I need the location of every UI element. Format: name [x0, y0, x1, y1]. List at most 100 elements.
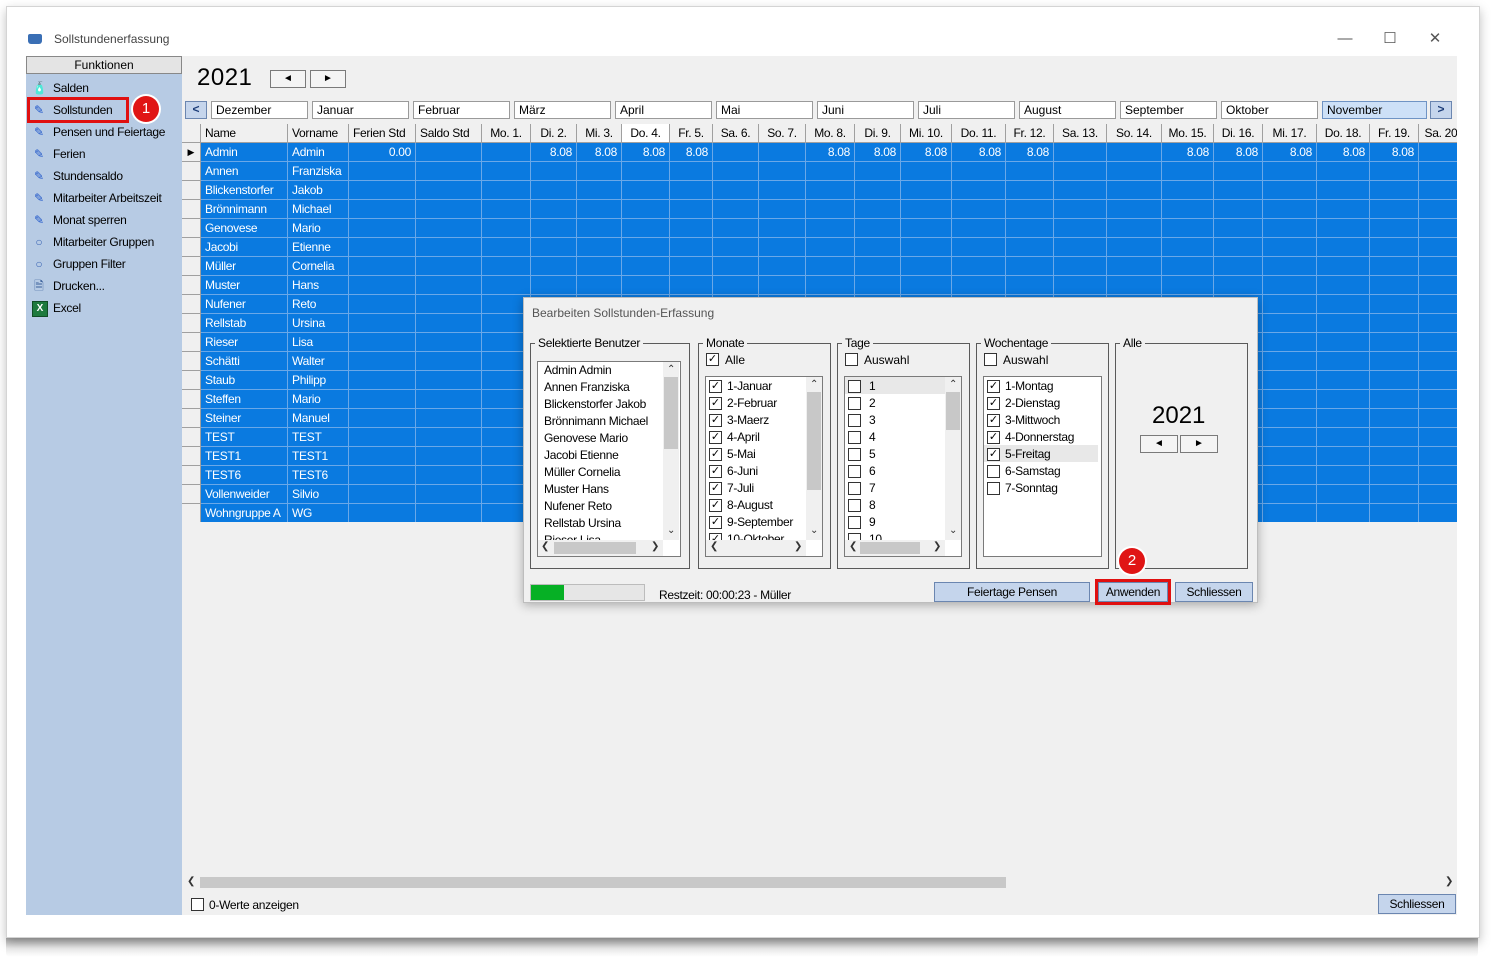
day-list-item[interactable]: 6	[869, 463, 876, 480]
table-row[interactable]: Brönnimann Michael	[201, 200, 1457, 219]
row-selector[interactable]	[182, 371, 201, 390]
cell-value[interactable]	[1419, 333, 1457, 352]
cell-value[interactable]	[416, 485, 482, 504]
cell-name[interactable]: TEST1	[201, 447, 288, 466]
cell-value[interactable]	[1317, 257, 1370, 276]
cell-value[interactable]	[1263, 390, 1317, 409]
day-checkbox[interactable]	[848, 499, 861, 512]
days-select-checkbox[interactable]	[845, 353, 858, 366]
cell-value[interactable]	[1162, 162, 1214, 181]
cell-value[interactable]	[416, 390, 482, 409]
cell-value[interactable]	[1054, 162, 1107, 181]
column-header[interactable]: Ferien Std	[349, 124, 416, 143]
cell-value[interactable]	[416, 333, 482, 352]
cell-value[interactable]	[1263, 428, 1317, 447]
cell-value[interactable]	[759, 238, 806, 257]
cell-value[interactable]	[1263, 333, 1317, 352]
sidebar-item-stundensaldo[interactable]: ✎ Stundensaldo	[30, 166, 180, 186]
row-selector[interactable]	[182, 485, 201, 504]
cell-vorname[interactable]: Michael	[288, 200, 349, 219]
cell-value[interactable]	[1419, 485, 1457, 504]
cell-value[interactable]	[1370, 447, 1419, 466]
cell-value[interactable]	[713, 181, 759, 200]
cell-value[interactable]	[349, 181, 416, 200]
cell-vorname[interactable]: Admin	[288, 143, 349, 162]
cell-value[interactable]	[1263, 257, 1317, 276]
month-tab-januar[interactable]: Januar	[312, 101, 409, 119]
cell-value[interactable]	[1263, 485, 1317, 504]
cell-value[interactable]	[1317, 162, 1370, 181]
sidebar-item-pensen-und-feiertage[interactable]: ✎ Pensen und Feiertage	[30, 122, 180, 142]
month-tab-april[interactable]: April	[615, 101, 712, 119]
dialog-year-next-button[interactable]: ►	[1180, 435, 1218, 453]
cell-value[interactable]	[1317, 181, 1370, 200]
cell-value[interactable]	[670, 238, 713, 257]
months-scroll-down-icon[interactable]: ⌄	[810, 525, 818, 536]
cell-value[interactable]	[1006, 162, 1054, 181]
cell-name[interactable]: Admin	[201, 143, 288, 162]
cell-value[interactable]	[1214, 238, 1263, 257]
cell-value[interactable]	[1054, 219, 1107, 238]
cell-value[interactable]	[1214, 257, 1263, 276]
weekday-list-item[interactable]: 1-Montag	[1005, 378, 1054, 395]
month-tab-juni[interactable]: Juni	[817, 101, 914, 119]
cell-name[interactable]: Annen	[201, 162, 288, 181]
cell-value[interactable]	[1054, 181, 1107, 200]
users-hscroll-thumb[interactable]	[554, 542, 636, 554]
cell-value[interactable]	[759, 276, 806, 295]
user-list-item[interactable]: Müller Cornelia	[544, 464, 621, 481]
cell-value[interactable]	[1162, 238, 1214, 257]
row-selector[interactable]	[182, 162, 201, 181]
cell-value[interactable]	[416, 295, 482, 314]
cell-value[interactable]	[349, 257, 416, 276]
cell-value[interactable]	[1419, 295, 1457, 314]
row-selector[interactable]	[182, 409, 201, 428]
cell-value[interactable]	[1370, 371, 1419, 390]
cell-value[interactable]	[622, 219, 670, 238]
cell-vorname[interactable]: Mario	[288, 390, 349, 409]
cell-value[interactable]: 0.00	[349, 143, 416, 162]
sidebar-item-ferien[interactable]: ✎ Ferien	[30, 144, 180, 164]
cell-name[interactable]: Genovese	[201, 219, 288, 238]
column-header[interactable]: Do. 4.	[622, 124, 670, 143]
cell-value[interactable]	[901, 162, 952, 181]
weekday-list-item[interactable]: 7-Sonntag	[1005, 480, 1058, 497]
cell-value[interactable]	[349, 200, 416, 219]
cell-value[interactable]	[759, 162, 806, 181]
cell-value[interactable]	[1107, 276, 1162, 295]
column-header[interactable]: Fr. 5.	[670, 124, 713, 143]
dialog-year-prev-button[interactable]: ◄	[1140, 435, 1178, 453]
sidebar-item-mitarbeiter-arbeitszeit[interactable]: ✎ Mitarbeiter Arbeitszeit	[30, 188, 180, 208]
column-header[interactable]: Do. 18.	[1317, 124, 1370, 143]
user-list-item[interactable]: Nufener Reto	[544, 498, 612, 515]
cell-value[interactable]	[349, 428, 416, 447]
day-list-item[interactable]: 2	[869, 395, 876, 412]
cell-value[interactable]	[1006, 200, 1054, 219]
cell-value[interactable]	[1317, 466, 1370, 485]
cell-value[interactable]: 8.08	[855, 143, 901, 162]
month-tab-august[interactable]: August	[1019, 101, 1116, 119]
column-header[interactable]: Mo. 8.	[806, 124, 855, 143]
days-scroll-down-icon[interactable]: ⌄	[949, 525, 957, 536]
cell-value[interactable]	[1317, 295, 1370, 314]
cell-value[interactable]	[1214, 219, 1263, 238]
cell-value[interactable]	[349, 276, 416, 295]
cell-value[interactable]	[577, 181, 622, 200]
column-header[interactable]: Do. 11.	[952, 124, 1006, 143]
cell-value[interactable]	[1263, 162, 1317, 181]
column-header[interactable]: Mi. 10.	[901, 124, 952, 143]
cell-value[interactable]	[482, 276, 531, 295]
cell-vorname[interactable]: TEST	[288, 428, 349, 447]
cell-value[interactable]	[806, 219, 855, 238]
cell-value[interactable]	[1107, 162, 1162, 181]
cell-value[interactable]	[349, 504, 416, 522]
cell-value[interactable]	[1317, 219, 1370, 238]
weekday-checkbox[interactable]: ✓	[987, 414, 1000, 427]
cell-value[interactable]	[1317, 428, 1370, 447]
cell-value[interactable]	[1317, 371, 1370, 390]
column-header[interactable]: Di. 16.	[1214, 124, 1263, 143]
cell-name[interactable]: Nufener	[201, 295, 288, 314]
cell-value[interactable]	[952, 238, 1006, 257]
row-selector[interactable]	[182, 295, 201, 314]
column-header[interactable]: Di. 2.	[531, 124, 577, 143]
